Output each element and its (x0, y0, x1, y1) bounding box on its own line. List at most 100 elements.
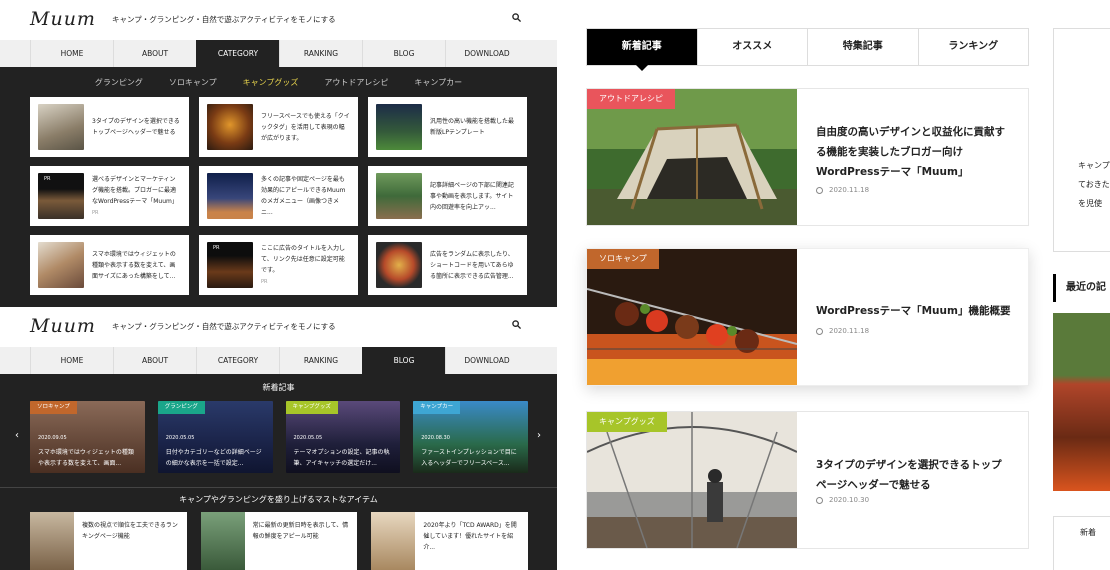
card-thumbnail: PR (207, 242, 253, 288)
sidebar-tab-new[interactable]: 新着 (1080, 527, 1096, 538)
slide-card[interactable]: ソロキャンプ 2020.09.05 スマホ環境ではウィジェットの種類や表示する数… (30, 401, 145, 473)
nav-home[interactable]: HOME (30, 347, 113, 374)
card-title: 2020年より「TCD AWARD」を開催しています！優れたサイトを紹介... (423, 522, 517, 551)
card-thumbnail (371, 512, 416, 570)
nav-ranking[interactable]: RANKING (279, 347, 362, 374)
subnav-camp-goods[interactable]: キャンプグッズ (243, 77, 299, 88)
card-title: 汎用性の高い機能を搭載した最新版LPテンプレート (430, 118, 515, 136)
post-card[interactable]: キャンプグッズ 3タイプのデザインを選択できるトップページヘッダーで魅せる 20… (586, 411, 1029, 549)
mega-card[interactable]: PR ここに広告のタイトルを入力して、リンク先は任意に設定可能です。 PR (199, 235, 358, 295)
post-tabs: 新着記事 オススメ 特集記事 ランキング (586, 28, 1029, 71)
post-title[interactable]: WordPressテーマ「Muum」機能概要 (816, 301, 1012, 321)
global-nav-2: HOME ABOUT CATEGORY RANKING BLOG DOWNLOA… (0, 347, 557, 374)
mega-card[interactable]: 汎用性の高い機能を搭載した最新版LPテンプレート (368, 97, 527, 157)
subnav-solo-camp[interactable]: ソロキャンプ (169, 77, 217, 88)
theme-preview-panel: Muum キャンプ・グランピング・自然で遊ぶアクティビティをモノにする HOME… (0, 0, 557, 570)
card-title: ここに広告のタイトルを入力して、リンク先は任意に設定可能です。 PR (261, 243, 350, 287)
item-card[interactable]: 複数の視点で順位を工夫できるランキングページ機能 (30, 512, 187, 570)
mega-card[interactable]: 多くの記事や固定ページを最も効果的にアピールできるMuumのメガメニュー（画像つ… (199, 166, 358, 226)
global-nav: HOME ABOUT CATEGORY RANKING BLOG DOWNLOA… (0, 40, 557, 67)
card-thumbnail (207, 104, 253, 150)
mega-card[interactable]: PR 選べるデザインとマーケティング機能を搭載。プロガーに最適なWordPress… (30, 166, 189, 226)
card-thumbnail (207, 173, 253, 219)
card-thumbnail (376, 173, 422, 219)
nav-download[interactable]: DOWNLOAD (445, 347, 528, 374)
item-card[interactable]: 常に最新の更新日時を表示して、情報の鮮度をアピール可能 (200, 512, 358, 570)
items-section-title: キャンプやグランピングを盛り上げるマストなアイテム (179, 495, 378, 504)
site-tagline: キャンプ・グランピング・自然で遊ぶアクティビティをモノにする (112, 15, 336, 24)
dome-image (587, 412, 797, 548)
clock-icon (816, 327, 823, 335)
pr-badge: PR (44, 176, 51, 182)
clock-icon (816, 496, 823, 504)
nav-download[interactable]: DOWNLOAD (445, 40, 528, 67)
card-title: 記事詳細ページの下部に関連記事や動画を表示します。サイト内の回遊率を向上アッ..… (430, 181, 514, 211)
mega-card[interactable]: 記事詳細ページの下部に関連記事や動画を表示します。サイト内の回遊率を向上アッ..… (368, 166, 527, 226)
post-thumbnail: ソロキャンプ (587, 249, 797, 385)
slide-card[interactable]: キャンプグッズ 2020.05.05 テーマオプションの設定、記事の執筆、アイキ… (285, 401, 401, 473)
post-category[interactable]: ソロキャンプ (587, 249, 659, 269)
post-date: 2020.11.18 (816, 186, 869, 194)
category-subnav: グランピング ソロキャンプ キャンプグッズ アウトドアレシピ キャンプカー (0, 67, 557, 97)
slide-category[interactable]: キャンプカー (413, 401, 461, 414)
sidebar-text-3: を児使 (1078, 199, 1102, 208)
site-logo[interactable]: Muum (30, 315, 96, 337)
slide-date: 2020.09.05 (38, 435, 67, 441)
pr-badge: PR (213, 245, 220, 251)
site-logo[interactable]: Muum (30, 8, 96, 30)
slide-title: 日付やカテゴリーなどの詳細ページの細かな表示を一括で設定... (165, 449, 262, 467)
tent-image (587, 89, 797, 225)
post-card[interactable]: ソロキャンプ WordPressテーマ「Muum」機能概要 2020.11.18 (586, 248, 1029, 386)
sidebar-text-1: キャンプ (1078, 161, 1110, 170)
nav-about[interactable]: ABOUT (113, 40, 196, 67)
sidebar-thumbnail[interactable] (1053, 313, 1110, 491)
slide-category[interactable]: グランピング (157, 401, 205, 414)
slide-card[interactable]: グランピング 2020.05.05 日付やカテゴリーなどの詳細ページの細かな表示… (157, 401, 273, 473)
skewer-image (587, 249, 797, 385)
clock-icon (816, 186, 823, 194)
slide-category[interactable]: キャンプグッズ (285, 401, 338, 414)
slider-prev-arrow[interactable]: ‹ (15, 430, 19, 441)
nav-category[interactable]: CATEGORY (196, 40, 279, 67)
subnav-outdoor-recipe[interactable]: アウトドアレシピ (324, 77, 388, 88)
post-date-text: 2020.11.18 (829, 186, 870, 194)
nav-category[interactable]: CATEGORY (196, 347, 279, 374)
slide-category[interactable]: ソロキャンプ (30, 401, 77, 414)
mega-card[interactable]: フリースペースでも使える「クイックタグ」を活用して表現の幅が広がります。 (199, 97, 358, 157)
slide-date: 2020.05.05 (293, 435, 323, 441)
slide-date: 2020.05.05 (165, 435, 195, 441)
nav-ranking[interactable]: RANKING (279, 40, 362, 67)
nav-blog[interactable]: BLOG (362, 347, 445, 374)
nav-home[interactable]: HOME (30, 40, 113, 67)
tab-ranking[interactable]: ランキング (917, 29, 1029, 65)
tab-recommended[interactable]: オススメ (696, 29, 808, 65)
tab-new-posts[interactable]: 新着記事 (587, 29, 697, 71)
item-card[interactable]: 2020年より「TCD AWARD」を開催しています！優れたサイトを紹介... (371, 512, 529, 570)
post-card[interactable]: アウトドアレシピ 自由度の高いデザインと収益化に貢献する機能を実装したブロガー向… (586, 88, 1029, 226)
subnav-glamping[interactable]: グランピング (95, 77, 143, 88)
mega-card[interactable]: 3タイプのデザインを選択できるトップページヘッダーで魅せる (30, 97, 189, 157)
sidebar-tab-box: 新着 (1053, 516, 1110, 570)
post-category[interactable]: アウトドアレシピ (587, 89, 675, 109)
nav-about[interactable]: ABOUT (113, 347, 196, 374)
blog-slider: ソロキャンプ 2020.09.05 スマホ環境ではウィジェットの種類や表示する数… (30, 401, 528, 473)
slide-title: テーマオプションの設定、記事の執筆、アイキャッチの選定だけ... (293, 449, 390, 467)
card-thumbnail: PR (38, 173, 84, 219)
nav-blog[interactable]: BLOG (362, 40, 445, 67)
slide-card[interactable]: キャンプカー 2020.08.30 ファーストインプレッションで目に入るヘッダー… (413, 401, 528, 473)
card-thumbnail (30, 512, 74, 570)
search-icon[interactable] (512, 320, 521, 329)
post-title[interactable]: 3タイプのデザインを選択できるトップページヘッダーで魅せる (816, 455, 1012, 495)
site-header-2: Muum キャンプ・グランピング・自然で遊ぶアクティビティをモノにする (0, 307, 557, 347)
search-icon[interactable] (512, 13, 521, 22)
post-category[interactable]: キャンプグッズ (587, 412, 667, 432)
mega-card[interactable]: スマホ環境ではウィジェットの種類や表示する数を変えて、画面サイズにあった構築をし… (30, 235, 189, 295)
mega-menu-grid: 3タイプのデザインを選択できるトップページヘッダーで魅せる フリースペースでも使… (30, 97, 528, 295)
post-title[interactable]: 自由度の高いデザインと収益化に貢献する機能を実装したブロガー向けWordPres… (816, 122, 1012, 182)
card-thumbnail (376, 242, 422, 288)
slider-next-arrow[interactable]: › (537, 430, 541, 441)
mega-card[interactable]: 広告をランダムに表示したり、ショートコードを用いてあらゆる箇所に表示できる広告管… (368, 235, 527, 295)
post-date: 2020.11.18 (816, 327, 869, 335)
subnav-camp-car[interactable]: キャンプカー (414, 77, 462, 88)
tab-featured[interactable]: 特集記事 (807, 29, 918, 65)
